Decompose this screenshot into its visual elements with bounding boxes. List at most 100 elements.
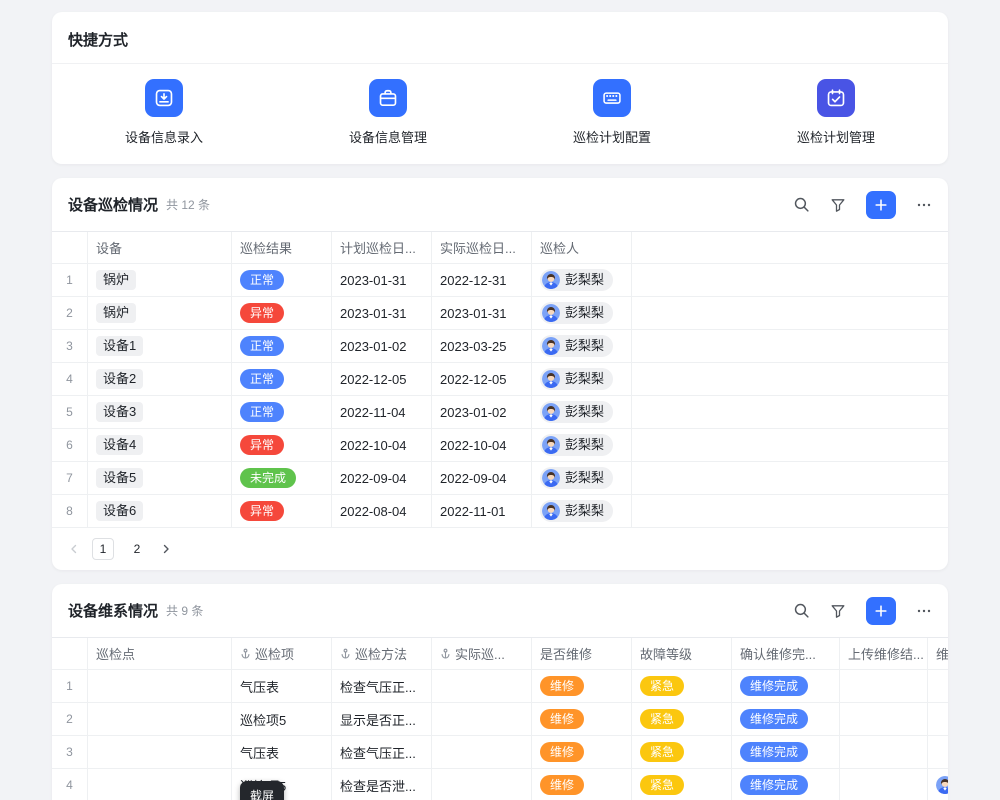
method-cell[interactable]: 检查是否泄... [332,769,432,800]
result-cell[interactable]: 正常 [232,363,332,395]
upload-cell[interactable] [840,769,928,800]
col-planned-date[interactable]: 计划巡检日... [332,232,432,263]
actual-date-cell[interactable]: 2022-11-01 [432,495,532,527]
col-confirm[interactable]: 确认维修完... [732,638,840,669]
level-cell[interactable]: 紧急 [632,736,732,768]
col-actual-date[interactable]: 实际巡检日... [432,232,532,263]
inspector-cell[interactable]: 彭梨梨 [532,363,632,395]
shortcut-device-manage[interactable]: 设备信息管理 [276,79,500,146]
col-repair[interactable]: 是否维修 [532,638,632,669]
upload-cell[interactable] [840,670,928,702]
item-cell[interactable]: 巡检项5 [232,703,332,735]
last-cell[interactable] [928,670,948,702]
confirm-cell[interactable]: 维修完成 [732,670,840,702]
col-upload[interactable]: 上传维修结... [840,638,928,669]
method-cell[interactable]: 检查气压正... [332,736,432,768]
repair-cell[interactable]: 维修 [532,703,632,735]
col-device[interactable]: 设备 [88,232,232,263]
result-cell[interactable]: 异常 [232,297,332,329]
planned-date-cell[interactable]: 2023-01-31 [332,264,432,296]
next-page-button[interactable] [160,543,172,555]
page-2-button[interactable]: 2 [126,538,148,560]
planned-date-cell[interactable]: 2023-01-02 [332,330,432,362]
actual-cell[interactable] [432,736,532,768]
col-level[interactable]: 故障等级 [632,638,732,669]
result-cell[interactable]: 正常 [232,396,332,428]
inspector-cell[interactable]: 彭梨梨 [532,429,632,461]
table-row[interactable]: 8 设备6 异常 2022-08-04 2022-11-01 彭梨梨 [52,495,948,528]
level-cell[interactable]: 紧急 [632,769,732,800]
method-cell[interactable]: 显示是否正... [332,703,432,735]
upload-cell[interactable] [840,703,928,735]
search-icon[interactable] [793,602,810,619]
table-row[interactable]: 7 设备5 未完成 2022-09-04 2022-09-04 彭梨梨 [52,462,948,495]
actual-date-cell[interactable]: 2023-03-25 [432,330,532,362]
inspector-cell[interactable]: 彭梨梨 [532,495,632,527]
repair-cell[interactable]: 维修 [532,769,632,800]
prev-page-button[interactable] [68,543,80,555]
inspector-cell[interactable]: 彭梨梨 [532,330,632,362]
last-cell[interactable] [928,703,948,735]
level-cell[interactable]: 紧急 [632,703,732,735]
last-cell[interactable] [928,736,948,768]
inspector-cell[interactable]: 彭梨梨 [532,297,632,329]
shortcut-plan-manage[interactable]: 巡检计划管理 [724,79,948,146]
actual-date-cell[interactable]: 2022-10-04 [432,429,532,461]
inspector-cell[interactable]: 彭梨梨 [532,396,632,428]
table-row[interactable]: 3 设备1 正常 2023-01-02 2023-03-25 彭梨梨 [52,330,948,363]
col-method[interactable]: 巡检方法 [332,638,432,669]
col-actual[interactable]: 实际巡... [432,638,532,669]
confirm-cell[interactable]: 维修完成 [732,703,840,735]
col-inspector[interactable]: 巡检人 [532,232,632,263]
table-row[interactable]: 6 设备4 异常 2022-10-04 2022-10-04 彭梨梨 [52,429,948,462]
add-record-button[interactable] [866,191,896,219]
filter-icon[interactable] [830,197,846,213]
col-result[interactable]: 巡检结果 [232,232,332,263]
item-cell[interactable]: 气压表 [232,670,332,702]
upload-cell[interactable] [840,736,928,768]
inspector-cell[interactable]: 彭梨梨 [532,264,632,296]
device-cell[interactable]: 设备3 [88,396,232,428]
device-cell[interactable]: 锅炉 [88,264,232,296]
result-cell[interactable]: 异常 [232,495,332,527]
shortcut-plan-config[interactable]: 巡检计划配置 [500,79,724,146]
actual-date-cell[interactable]: 2022-12-31 [432,264,532,296]
actual-cell[interactable] [432,703,532,735]
confirm-cell[interactable]: 维修完成 [732,736,840,768]
table-row[interactable]: 4 设备2 正常 2022-12-05 2022-12-05 彭梨梨 [52,363,948,396]
table-row[interactable]: 3 气压表 检查气压正... 维修 紧急 维修完成 [52,736,948,769]
planned-date-cell[interactable]: 2022-10-04 [332,429,432,461]
method-cell[interactable]: 检查气压正... [332,670,432,702]
screenshot-chip[interactable]: 截屏 [240,781,284,800]
search-icon[interactable] [793,196,810,213]
table-row[interactable]: 1 锅炉 正常 2023-01-31 2022-12-31 彭梨梨 [52,264,948,297]
planned-date-cell[interactable]: 2022-08-04 [332,495,432,527]
device-cell[interactable]: 锅炉 [88,297,232,329]
actual-date-cell[interactable]: 2023-01-31 [432,297,532,329]
table-row[interactable]: 4 巡检项5 检查是否泄... 维修 紧急 维修完成 [52,769,948,800]
actual-date-cell[interactable]: 2022-12-05 [432,363,532,395]
inspector-cell[interactable]: 彭梨梨 [532,462,632,494]
point-cell[interactable] [88,670,232,702]
col-item[interactable]: 巡检项 [232,638,332,669]
table-row[interactable]: 2 巡检项5 显示是否正... 维修 紧急 维修完成 [52,703,948,736]
page-1-button[interactable]: 1 [92,538,114,560]
filter-icon[interactable] [830,603,846,619]
table-row[interactable]: 2 锅炉 异常 2023-01-31 2023-01-31 彭梨梨 [52,297,948,330]
actual-date-cell[interactable]: 2023-01-02 [432,396,532,428]
item-cell[interactable]: 气压表 [232,736,332,768]
actual-date-cell[interactable]: 2022-09-04 [432,462,532,494]
device-cell[interactable]: 设备6 [88,495,232,527]
more-icon[interactable] [916,603,932,619]
level-cell[interactable]: 紧急 [632,670,732,702]
device-cell[interactable]: 设备1 [88,330,232,362]
point-cell[interactable] [88,769,232,800]
actual-cell[interactable] [432,670,532,702]
point-cell[interactable] [88,736,232,768]
col-point[interactable]: 巡检点 [88,638,232,669]
col-last[interactable]: 维... [928,638,948,669]
device-cell[interactable]: 设备5 [88,462,232,494]
repair-cell[interactable]: 维修 [532,670,632,702]
table-row[interactable]: 5 设备3 正常 2022-11-04 2023-01-02 彭梨梨 [52,396,948,429]
device-cell[interactable]: 设备2 [88,363,232,395]
